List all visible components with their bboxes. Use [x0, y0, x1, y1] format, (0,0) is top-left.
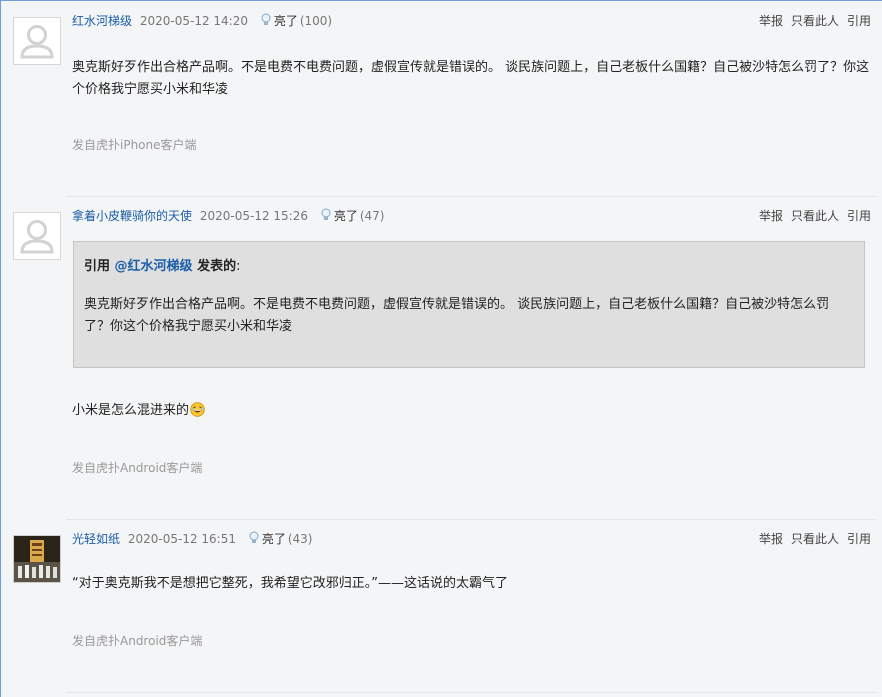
- quote-block: 引用 @红水河梯级 发表的: 奥克斯好歹作出合格产品啊。不是电费不电费问题，虚假…: [73, 241, 865, 368]
- light-label: 亮了: [261, 532, 286, 546]
- light-count: (47): [359, 209, 385, 223]
- post-actions: 举报 只看此人 引用: [751, 529, 871, 549]
- light-button[interactable]: 亮了 (47): [320, 208, 385, 223]
- username-link[interactable]: 红水河梯级: [72, 14, 132, 28]
- post-header: 红水河梯级 2020-05-12 14:20 亮了 (100): [72, 11, 332, 31]
- quote-link[interactable]: 引用: [847, 14, 871, 28]
- quote-header: 引用 @红水河梯级 发表的:: [84, 255, 240, 274]
- post-time: 2020-05-12 16:51: [127, 532, 236, 546]
- lightbulb-icon: [321, 208, 331, 220]
- laughing-emoji-icon: [190, 402, 205, 417]
- post-text: 小米是怎么混进来的: [72, 403, 190, 418]
- only-this-user-link[interactable]: 只看此人: [791, 14, 839, 28]
- frame-top-border: [0, 0, 882, 1]
- user-photo-avatar[interactable]: [13, 535, 61, 583]
- post-header: 拿着小皮鞭骑你的天使 2020-05-12 15:26 亮了 (47): [72, 206, 384, 226]
- quote-link[interactable]: 引用: [847, 209, 871, 223]
- report-link[interactable]: 举报: [759, 209, 783, 223]
- light-button[interactable]: 亮了 (100): [260, 13, 333, 28]
- device-source: 发自虎扑iPhone客户端: [72, 138, 197, 152]
- post-divider: [66, 519, 876, 520]
- post-content: 小米是怎么混进来的: [72, 400, 872, 422]
- only-this-user-link[interactable]: 只看此人: [791, 209, 839, 223]
- post-actions: 举报 只看此人 引用: [751, 206, 871, 226]
- default-avatar[interactable]: [13, 212, 61, 260]
- post-divider: [66, 196, 876, 197]
- quote-suffix: 发表的: [192, 259, 237, 274]
- quote-body: 奥克斯好歹作出合格产品啊。不是电费不电费问题，虚假宣传就是错误的。 谈民族问题上…: [84, 297, 830, 334]
- post-content: 奥克斯好歹作出合格产品啊。不是电费不电费问题，虚假宣传就是错误的。 谈民族问题上…: [72, 60, 870, 97]
- post-content: “对于奥克斯我不是想把它整死，我希望它改邪归正。”——这话说的太霸气了: [72, 576, 508, 591]
- username-link[interactable]: 光轻如纸: [72, 532, 120, 546]
- lightbulb-icon: [261, 13, 271, 25]
- quote-link[interactable]: 引用: [847, 532, 871, 546]
- device-source: 发自虎扑Android客户端: [72, 461, 203, 475]
- post-actions: 举报 只看此人 引用: [751, 11, 871, 31]
- post-header: 光轻如纸 2020-05-12 16:51 亮了 (43): [72, 529, 312, 549]
- report-link[interactable]: 举报: [759, 532, 783, 546]
- post-divider: [66, 692, 876, 693]
- lightbulb-icon: [249, 531, 259, 543]
- quoted-user-link[interactable]: @红水河梯级: [115, 259, 193, 274]
- light-count: (100): [299, 14, 333, 28]
- post-time: 2020-05-12 14:20: [139, 14, 248, 28]
- quote-colon: :: [236, 259, 241, 274]
- frame-left-border: [0, 0, 1, 697]
- default-avatar[interactable]: [13, 17, 61, 65]
- username-link[interactable]: 拿着小皮鞭骑你的天使: [72, 209, 192, 223]
- light-label: 亮了: [333, 209, 358, 223]
- quote-prefix: 引用: [84, 259, 115, 274]
- light-count: (43): [287, 532, 313, 546]
- light-label: 亮了: [273, 14, 298, 28]
- report-link[interactable]: 举报: [759, 14, 783, 28]
- post-time: 2020-05-12 15:26: [199, 209, 308, 223]
- device-source: 发自虎扑Android客户端: [72, 634, 203, 648]
- light-button[interactable]: 亮了 (43): [248, 531, 313, 546]
- only-this-user-link[interactable]: 只看此人: [791, 532, 839, 546]
